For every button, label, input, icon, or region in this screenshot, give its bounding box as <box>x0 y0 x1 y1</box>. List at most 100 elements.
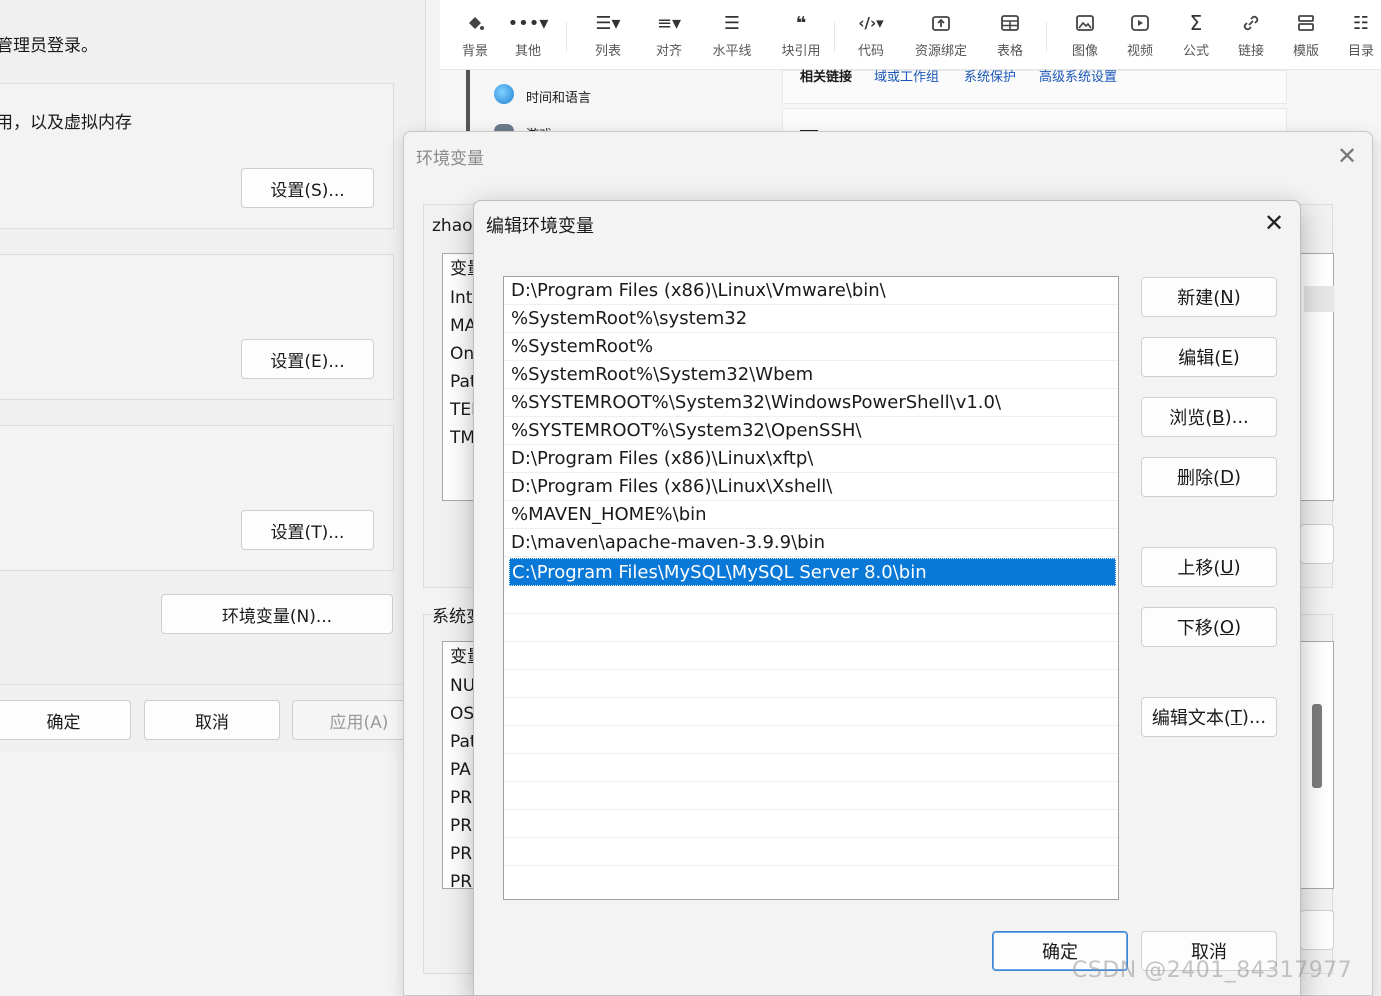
toolbar-image[interactable]: 图像 <box>1057 12 1113 64</box>
related-links-card <box>782 70 1287 104</box>
path-item[interactable]: D:\Program Files (x86)\Linux\Vmware\bin\ <box>504 277 1118 305</box>
toolbar-template[interactable]: 模版 <box>1278 12 1334 64</box>
close-icon[interactable]: ✕ <box>1337 144 1357 168</box>
toolbar-label: 列表 <box>594 44 621 59</box>
code-icon: ‹/›▾ <box>858 14 884 32</box>
link-domain-workgroup[interactable]: 域或工作组 <box>874 66 939 85</box>
toolbar-horizontal-rule[interactable]: ☰ 水平线 <box>704 12 760 64</box>
browse-button[interactable]: 浏览(B)... <box>1141 397 1277 437</box>
toolbar-table[interactable]: 表格 <box>982 12 1038 64</box>
editor-toolbar: 背景 •••▾ 其他 ☰▾ 列表 ≡▾ 对齐 ☰ 水平线 ❝ 块引用 ‹/›▾ … <box>440 0 1381 70</box>
path-item[interactable]: D:\Program Files (x86)\Linux\Xshell\ <box>504 473 1118 501</box>
toolbar-label: 对齐 <box>655 44 682 59</box>
nav-time-language[interactable]: 时间和语言 <box>526 87 591 106</box>
button-label-end: ) <box>1233 556 1241 578</box>
edit-text-button[interactable]: 编辑文本(T)... <box>1141 697 1277 737</box>
horizontal-rule-icon: ☰ <box>723 12 741 34</box>
edit-dialog-title: 编辑环境变量 <box>486 216 594 237</box>
empty-row[interactable] <box>504 698 1118 726</box>
accelerator-key: E <box>1221 346 1233 368</box>
blockquote-icon: ❝ <box>795 12 807 34</box>
watermark: CSDN @2401_84317977 <box>1072 958 1353 983</box>
button-label: 新建( <box>1177 288 1221 309</box>
empty-row[interactable] <box>504 614 1118 642</box>
list-scroll-thumb[interactable] <box>1304 286 1334 312</box>
toolbar-label: 代码 <box>857 44 884 59</box>
delete-button[interactable]: 删除(D) <box>1141 457 1277 497</box>
resource-bind-icon <box>930 12 952 34</box>
system-delete-button-edge[interactable] <box>1300 910 1334 950</box>
toolbar-toc[interactable]: ☷ 目录 <box>1333 12 1381 64</box>
empty-row[interactable] <box>504 642 1118 670</box>
formula-icon: Σ <box>1189 11 1203 35</box>
cancel-button[interactable]: 取消 <box>144 700 280 740</box>
toolbar-link[interactable]: 链接 <box>1223 12 1279 64</box>
button-label-end: )... <box>1241 706 1267 728</box>
align-icon: ≡▾ <box>656 12 682 34</box>
empty-row[interactable] <box>504 586 1118 614</box>
empty-row[interactable] <box>504 782 1118 810</box>
empty-row[interactable] <box>504 838 1118 866</box>
link-advanced-settings[interactable]: 高级系统设置 <box>1039 66 1117 85</box>
path-item[interactable]: %SYSTEMROOT%\System32\WindowsPowerShell\… <box>504 389 1118 417</box>
path-item[interactable]: %MAVEN_HOME%\bin <box>504 501 1118 529</box>
accelerator-key: U <box>1220 556 1234 578</box>
path-item[interactable]: %SystemRoot%\System32\Wbem <box>504 361 1118 389</box>
toolbar-label: 水平线 <box>712 44 752 59</box>
path-list[interactable]: D:\Program Files (x86)\Linux\Vmware\bin\… <box>503 276 1119 900</box>
button-label-end: ) <box>1234 616 1242 638</box>
accelerator-key: B <box>1212 406 1225 428</box>
move-down-button[interactable]: 下移(O) <box>1141 607 1277 647</box>
button-label: 编辑( <box>1178 348 1222 369</box>
user-delete-button-edge[interactable] <box>1300 524 1334 564</box>
link-system-protection[interactable]: 系统保护 <box>964 66 1016 85</box>
path-item[interactable]: %SYSTEMROOT%\System32\OpenSSH\ <box>504 417 1118 445</box>
background-icon <box>464 12 486 34</box>
accelerator-key: T <box>1230 706 1242 728</box>
button-label-end: ) <box>1233 286 1241 308</box>
globe-icon <box>494 84 514 104</box>
button-label: 下移( <box>1176 618 1220 639</box>
toolbar-background[interactable]: 背景 <box>447 12 503 64</box>
toolbar-video[interactable]: 视频 <box>1112 12 1168 64</box>
edit-environment-variable-dialog: 编辑环境变量 ✕ D:\Program Files (x86)\Linux\Vm… <box>473 200 1301 996</box>
video-icon <box>1129 12 1151 34</box>
close-icon[interactable]: ✕ <box>1264 211 1284 235</box>
toolbar-resource-bind[interactable]: 资源绑定 <box>913 12 969 64</box>
button-label-end: ) <box>1232 346 1240 368</box>
empty-row[interactable] <box>504 726 1118 754</box>
toolbar-code[interactable]: ‹/›▾ 代码 <box>843 12 899 64</box>
scrollbar-thumb[interactable] <box>1312 704 1322 788</box>
startup-settings-button[interactable]: 设置(T)... <box>241 510 374 550</box>
performance-settings-button[interactable]: 设置(S)... <box>241 168 374 208</box>
empty-row[interactable] <box>504 670 1118 698</box>
toolbar-formula[interactable]: Σ 公式 <box>1168 11 1224 64</box>
toolbar-label: 图像 <box>1071 44 1098 59</box>
toolbar-more[interactable]: •••▾ 其他 <box>500 12 556 64</box>
more-icon: •••▾ <box>507 12 549 34</box>
path-item[interactable]: %SystemRoot% <box>504 333 1118 361</box>
profile-settings-button[interactable]: 设置(E)... <box>241 339 374 379</box>
ok-button[interactable]: 确定 <box>0 700 131 740</box>
toolbar-align[interactable]: ≡▾ 对齐 <box>641 12 697 64</box>
toc-icon: ☷ <box>1352 12 1370 34</box>
toolbar-separator <box>566 22 567 52</box>
button-label: 浏览( <box>1169 408 1213 429</box>
new-button[interactable]: 新建(N) <box>1141 277 1277 317</box>
table-icon <box>999 12 1021 34</box>
empty-row[interactable] <box>504 754 1118 782</box>
toolbar-list[interactable]: ☰▾ 列表 <box>580 12 636 64</box>
empty-row[interactable] <box>504 810 1118 838</box>
path-item-selected[interactable]: C:\Program Files\MySQL\MySQL Server 8.0\… <box>509 558 1116 586</box>
environment-variables-button[interactable]: 环境变量(N)... <box>161 594 393 634</box>
toolbar-label: 视频 <box>1126 44 1153 59</box>
path-item[interactable]: %SystemRoot%\system32 <box>504 305 1118 333</box>
move-up-button[interactable]: 上移(U) <box>1141 547 1277 587</box>
path-item[interactable]: D:\Program Files (x86)\Linux\xftp\ <box>504 445 1118 473</box>
path-item[interactable]: D:\maven\apache-maven-3.9.9\bin <box>504 529 1118 557</box>
edit-button[interactable]: 编辑(E) <box>1141 337 1277 377</box>
toolbar-label: 背景 <box>461 44 488 59</box>
template-icon <box>1295 12 1317 34</box>
toolbar-blockquote[interactable]: ❝ 块引用 <box>773 12 829 64</box>
toolbar-label: 公式 <box>1182 44 1209 59</box>
